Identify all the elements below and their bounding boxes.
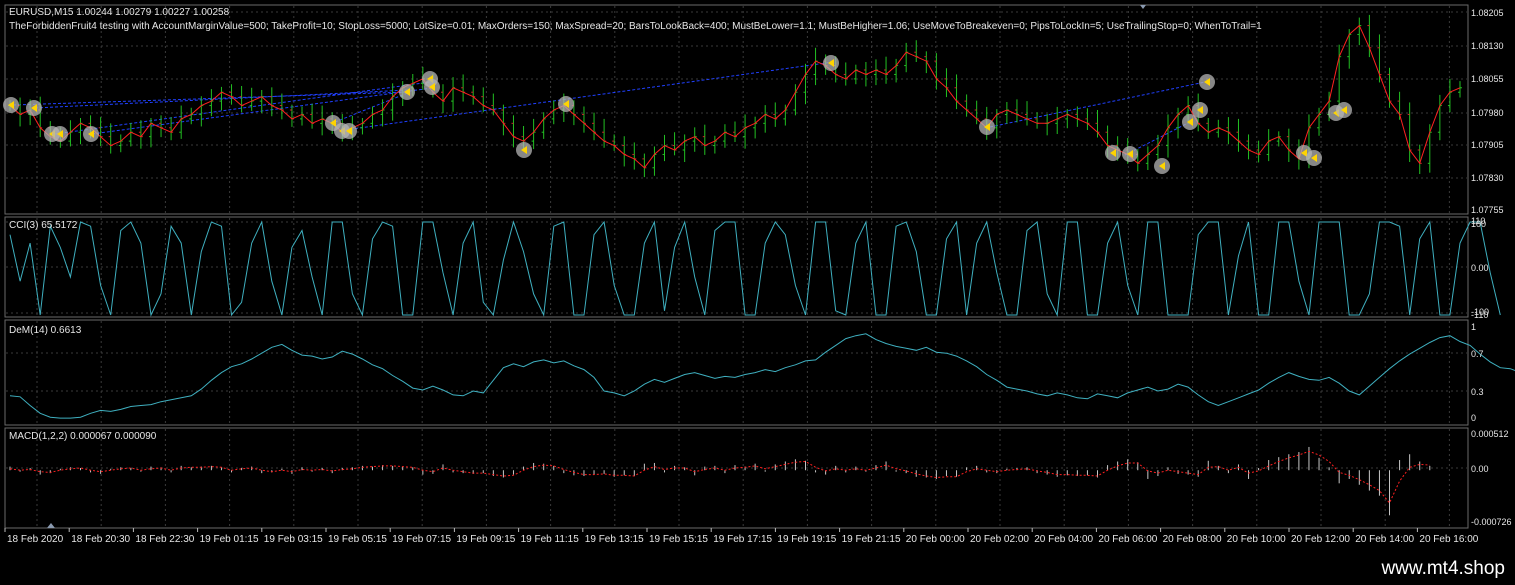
- trade-marker: [83, 126, 99, 142]
- price-candles[interactable]: [8, 14, 1462, 178]
- time-axis: 18 Feb 2020 18 Feb 20:30 18 Feb 22:30 19 Fe…: [4, 528, 1479, 545]
- macd-tick: 0.000512: [1471, 429, 1509, 439]
- dem-scale: 1 0.7 0.3 0: [1471, 322, 1484, 423]
- cci-tick: 100: [1471, 219, 1486, 229]
- scroll-marker[interactable]: [47, 523, 55, 528]
- trade-marker: [3, 97, 19, 113]
- trade-marker: [1122, 146, 1138, 162]
- dem-line: [9, 333, 1515, 419]
- trade-marker: [1105, 145, 1121, 161]
- time-label: 20 Feb 08:00: [1163, 534, 1222, 545]
- dem-tick: 0: [1471, 413, 1476, 423]
- macd-tick: 0.00: [1471, 464, 1489, 474]
- trade-marker: [1306, 150, 1322, 166]
- cci-tick: -110: [1471, 310, 1488, 320]
- price-tick: 1.08205: [1471, 8, 1504, 18]
- time-label: 20 Feb 16:00: [1419, 534, 1478, 545]
- mt4-chart-window[interactable]: 1.08205 1.08130 1.08055 1.07980 1.07905 …: [0, 0, 1515, 585]
- macd-histogram: [9, 446, 1431, 516]
- price-scale: 1.08205 1.08130 1.08055 1.07980 1.07905 …: [1471, 8, 1504, 215]
- time-label: 19 Feb 13:15: [585, 534, 644, 545]
- time-label: 20 Feb 06:00: [1098, 534, 1157, 545]
- dem-tick: 0.3: [1471, 387, 1484, 397]
- time-label: 18 Feb 20:30: [71, 534, 130, 545]
- cci-line: [9, 220, 1501, 317]
- price-tick: 1.07905: [1471, 140, 1504, 150]
- dem-tick: 0.7: [1471, 349, 1484, 359]
- dem-pane-frame: [4, 319, 1469, 426]
- dem-polyline: [9, 333, 1515, 419]
- time-label: 19 Feb 07:15: [392, 534, 451, 545]
- trade-link-line: [54, 81, 431, 135]
- price-tick: 1.07830: [1471, 173, 1504, 183]
- trade-marker: [341, 123, 357, 139]
- time-label: 20 Feb 02:00: [970, 534, 1029, 545]
- time-label: 19 Feb 19:15: [777, 534, 836, 545]
- macd-label: MACD(1,2,2) 0.000067 0.000090: [9, 431, 157, 442]
- time-label: 20 Feb 10:00: [1227, 534, 1286, 545]
- trade-marker: [558, 96, 574, 112]
- trade-marker: [1336, 102, 1352, 118]
- trade-marker: [823, 55, 839, 71]
- symbol-info: EURUSD,M15 1.00244 1.00279 1.00227 1.002…: [9, 7, 230, 18]
- dem-tick: 1: [1471, 322, 1476, 332]
- chart-shift-marker[interactable]: [1140, 5, 1146, 9]
- time-label: 20 Feb 12:00: [1291, 534, 1350, 545]
- time-label: 19 Feb 03:15: [264, 534, 323, 545]
- trade-marker: [1154, 158, 1170, 174]
- close-line: [9, 24, 1461, 169]
- trade-marker: [424, 79, 440, 95]
- time-label: 19 Feb 21:15: [842, 534, 901, 545]
- macd-tick: -0.000726: [1471, 517, 1512, 527]
- time-label: 19 Feb 09:15: [456, 534, 515, 545]
- time-label: 19 Feb 05:15: [328, 534, 387, 545]
- macd-signal-line: [9, 450, 1430, 504]
- price-close-line: [9, 24, 1461, 169]
- price-tick: 1.08055: [1471, 74, 1504, 84]
- trade-marker: [516, 142, 532, 158]
- trade-marker: [52, 126, 68, 142]
- cci-polyline: [9, 220, 1501, 317]
- watermark-text: www.mt4.shop: [1380, 558, 1505, 579]
- cci-tick: 0.00: [1471, 263, 1489, 273]
- price-tick: 1.07755: [1471, 205, 1504, 215]
- time-label: 20 Feb 04:00: [1034, 534, 1093, 545]
- trade-connection-lines: [12, 61, 1206, 156]
- trade-markers[interactable]: [3, 55, 1352, 174]
- time-label: 19 Feb 15:15: [649, 534, 708, 545]
- time-label: 19 Feb 17:15: [713, 534, 772, 545]
- trade-link-line: [12, 91, 409, 106]
- trade-marker: [399, 84, 415, 100]
- chart-grid: [6, 6, 1467, 527]
- trade-marker: [1199, 74, 1215, 90]
- macd-scale: 0.000512 0.00 -0.000726: [1471, 429, 1512, 527]
- time-label: 19 Feb 01:15: [200, 534, 259, 545]
- time-label: 18 Feb 2020: [7, 534, 64, 545]
- trade-marker: [26, 100, 42, 116]
- time-label: 19 Feb 11:15: [521, 534, 580, 545]
- time-label: 20 Feb 00:00: [906, 534, 965, 545]
- dem-label: DeM(14) 0.6613: [9, 325, 82, 336]
- cci-label: CCI(3) 65.5172: [9, 220, 78, 231]
- price-tick: 1.07980: [1471, 108, 1504, 118]
- ea-settings-text: TheForbiddenFruit4 testing with AccountM…: [9, 21, 1262, 32]
- trade-marker: [1192, 102, 1208, 118]
- cci-scale: 110 100 0.00 -100 -110: [1471, 216, 1489, 320]
- trade-marker: [979, 119, 995, 135]
- time-label: 18 Feb 22:30: [135, 534, 194, 545]
- price-tick: 1.08130: [1471, 41, 1504, 51]
- time-label: 20 Feb 14:00: [1355, 534, 1414, 545]
- main-chart-frame: [4, 4, 1469, 215]
